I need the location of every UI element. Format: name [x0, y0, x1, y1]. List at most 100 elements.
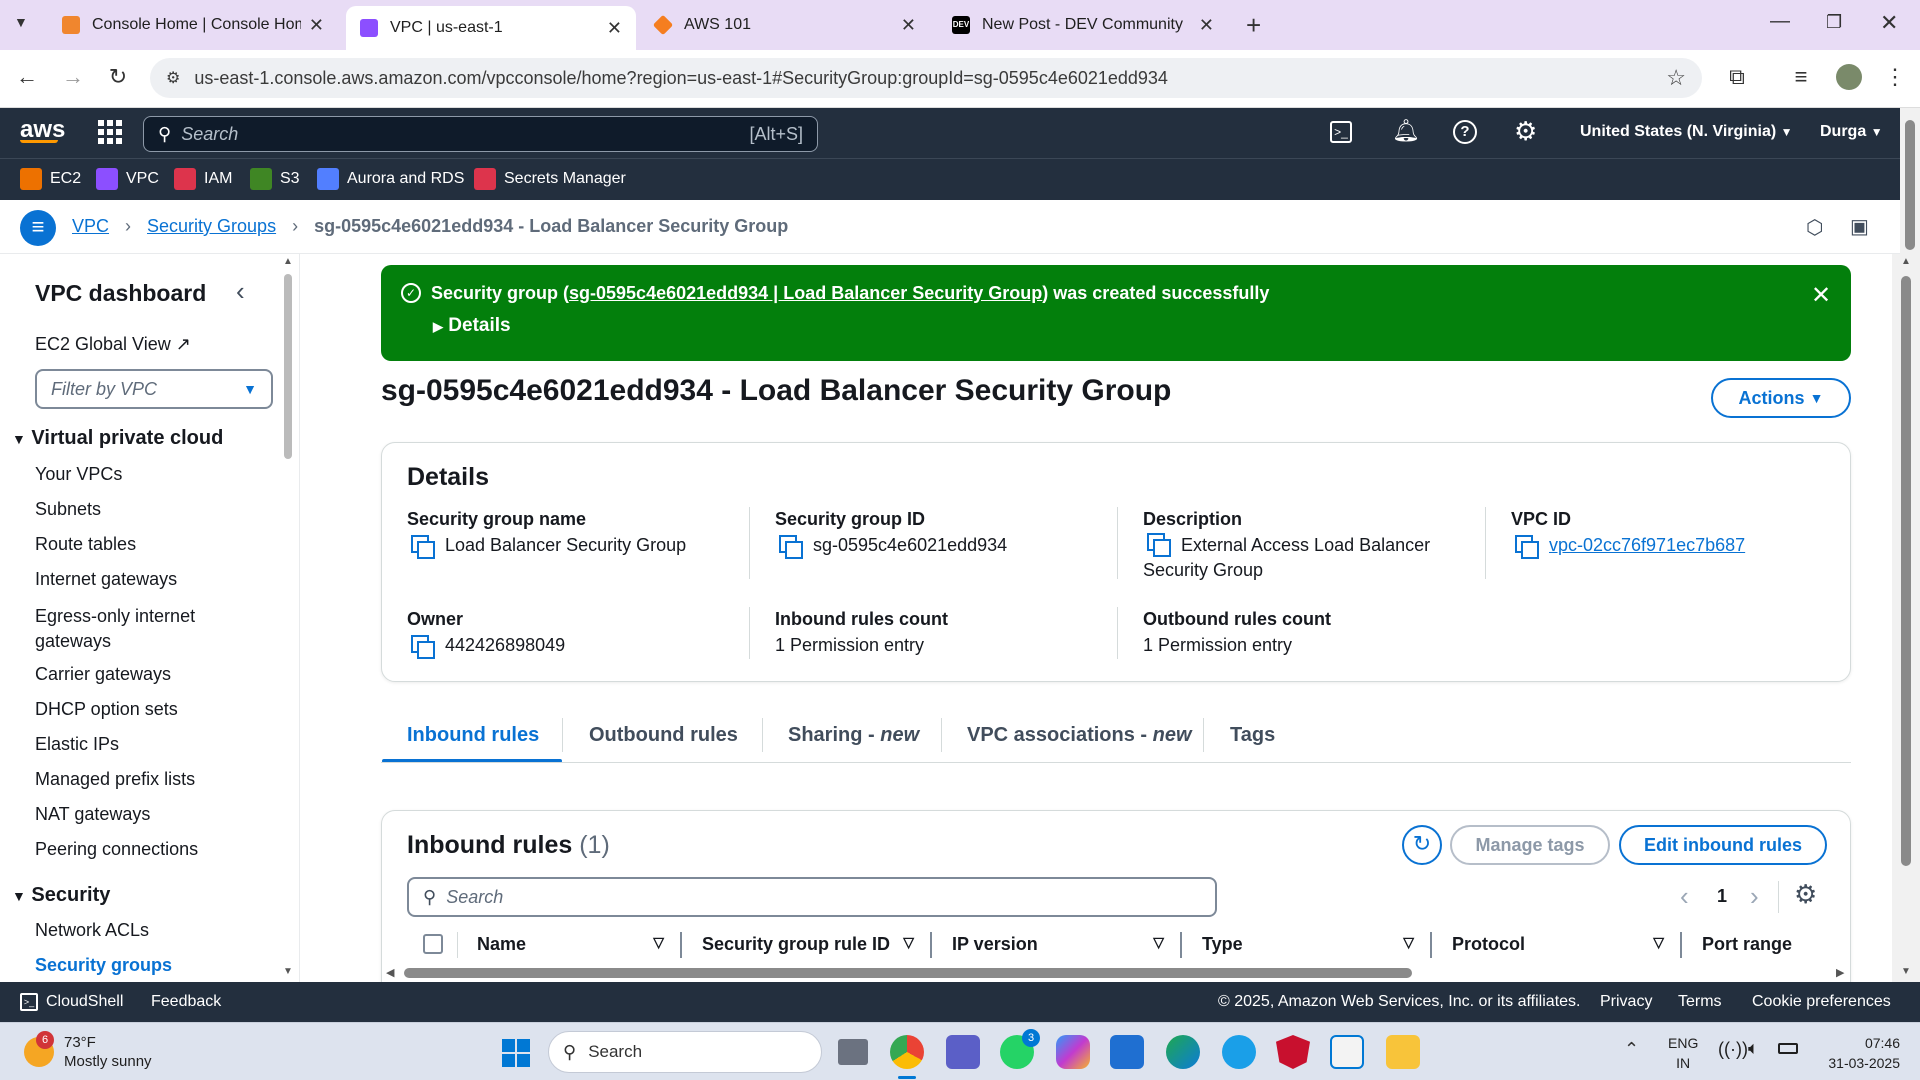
close-window-button[interactable]: ✕: [1880, 10, 1898, 36]
edit-inbound-rules-button[interactable]: Edit inbound rules: [1619, 825, 1827, 865]
ec2-global-view-link[interactable]: EC2 Global View ↗: [35, 334, 191, 355]
help-icon[interactable]: ?: [1453, 120, 1477, 144]
close-tab-icon[interactable]: ✕: [1199, 15, 1214, 36]
extensions-icon[interactable]: ⧉: [1722, 64, 1752, 90]
services-grid-icon[interactable]: [98, 120, 122, 144]
show-hidden-icons-chevron[interactable]: ⌃: [1624, 1039, 1639, 1060]
scroll-thumb[interactable]: [1901, 276, 1911, 866]
scroll-left-icon[interactable]: ◀: [386, 966, 394, 979]
sidebar-item-egress-only-gateways[interactable]: Egress-only internet gateways: [35, 604, 235, 654]
maximize-window-button[interactable]: ❐: [1826, 12, 1842, 33]
taskbar-search-box[interactable]: ⚲ Search: [548, 1031, 822, 1073]
refresh-button[interactable]: ↻: [1402, 825, 1442, 865]
minimize-window-button[interactable]: —: [1770, 10, 1790, 33]
sidebar-item-subnets[interactable]: Subnets: [35, 499, 101, 520]
scroll-right-icon[interactable]: ▶: [1836, 966, 1844, 979]
tab-search-button[interactable]: ▼: [14, 14, 28, 30]
dismiss-flash-icon[interactable]: ✕: [1811, 281, 1831, 310]
sidebar-item-network-acls[interactable]: Network ACLs: [35, 920, 149, 941]
windows-start-icon[interactable]: [502, 1039, 530, 1067]
col-header-port-range[interactable]: Port range: [1702, 934, 1792, 955]
sidebar-item-peering-connections[interactable]: Peering connections: [35, 839, 198, 860]
next-page-icon[interactable]: ›: [1750, 881, 1759, 912]
address-bar[interactable]: ⚙ us-east-1.console.aws.amazon.com/vpcco…: [150, 58, 1702, 98]
settings-gear-icon[interactable]: ⚙: [1514, 116, 1537, 147]
media-controls-icon[interactable]: ≡: [1786, 64, 1816, 90]
page-vertical-scrollbar[interactable]: ▲ ▼: [1892, 254, 1920, 982]
info-panel-icon[interactable]: ⬡: [1806, 215, 1823, 240]
browser-tab-console-home[interactable]: Console Home | Console Home ✕: [48, 7, 338, 43]
cloudshell-button[interactable]: >_ CloudShell: [20, 993, 123, 1011]
whatsapp-icon[interactable]: 3: [1000, 1029, 1040, 1069]
copy-icon[interactable]: [779, 535, 803, 559]
scroll-down-icon[interactable]: ▼: [283, 966, 293, 977]
section-security[interactable]: ▼ Security: [12, 884, 110, 907]
site-info-icon[interactable]: ⚙: [166, 68, 180, 88]
browser-tab-aws101[interactable]: AWS 101 ✕: [640, 7, 930, 43]
sidebar-title[interactable]: VPC dashboard: [35, 280, 206, 307]
favorite-iam[interactable]: IAM: [174, 168, 232, 190]
favorite-s3[interactable]: S3: [250, 168, 300, 190]
table-preferences-gear-icon[interactable]: ⚙: [1794, 879, 1817, 910]
hamburger-menu-icon[interactable]: ≡: [20, 210, 56, 246]
back-arrow-icon[interactable]: ←: [12, 64, 42, 90]
flash-details-toggle[interactable]: ▶ Details: [433, 315, 511, 337]
help-app-icon[interactable]: [1222, 1035, 1256, 1069]
prev-page-icon[interactable]: ‹: [1680, 881, 1689, 912]
clock[interactable]: 07:46 31-03-2025: [1818, 1033, 1900, 1073]
region-selector[interactable]: United States (N. Virginia) ▼: [1580, 123, 1793, 141]
vpc-filter-select[interactable]: Filter by VPC ▼: [35, 369, 273, 409]
file-explorer-icon[interactable]: [1386, 1035, 1420, 1069]
collapse-sidebar-icon[interactable]: ‹: [236, 276, 245, 307]
browser-menu-icon[interactable]: ⋮: [1880, 64, 1910, 90]
microsoft-store-icon[interactable]: [1330, 1035, 1364, 1069]
tab-sharing[interactable]: Sharing - new: [788, 724, 919, 747]
sidebar-item-nat-gateways[interactable]: NAT gateways: [35, 804, 150, 825]
sidebar-scrollbar[interactable]: [284, 274, 292, 459]
mhp-app-icon[interactable]: [1110, 1035, 1144, 1069]
tab-inbound-rules[interactable]: Inbound rules: [407, 724, 539, 747]
copilot-icon[interactable]: [1056, 1035, 1090, 1069]
copy-icon[interactable]: [411, 635, 435, 659]
close-tab-icon[interactable]: ✕: [901, 15, 916, 36]
close-tab-icon[interactable]: ✕: [309, 15, 324, 36]
sidebar-item-carrier-gateways[interactable]: Carrier gateways: [35, 664, 171, 685]
tab-tags[interactable]: Tags: [1230, 724, 1275, 747]
breadcrumb-security-groups[interactable]: Security Groups: [147, 216, 276, 237]
sidebar-item-elastic-ips[interactable]: Elastic IPs: [35, 734, 119, 755]
sidebar-item-internet-gateways[interactable]: Internet gateways: [35, 569, 177, 590]
page-number[interactable]: 1: [1717, 886, 1727, 907]
col-header-type[interactable]: Type ▽: [1202, 934, 1414, 955]
chrome-icon[interactable]: [890, 1035, 924, 1069]
copy-icon[interactable]: [411, 535, 435, 559]
favorite-ec2[interactable]: EC2: [20, 168, 81, 190]
scroll-down-icon[interactable]: ▼: [1901, 966, 1911, 977]
col-header-ip-version[interactable]: IP version ▽: [952, 934, 1164, 955]
feedback-link[interactable]: Feedback: [151, 993, 221, 1011]
actions-button[interactable]: Actions ▼: [1711, 378, 1851, 418]
sidebar-item-your-vpcs[interactable]: Your VPCs: [35, 464, 122, 485]
copy-icon[interactable]: [1515, 535, 1539, 559]
privacy-link[interactable]: Privacy: [1600, 993, 1652, 1011]
breadcrumb-vpc[interactable]: VPC: [72, 216, 109, 237]
manage-tags-button[interactable]: Manage tags: [1450, 825, 1610, 865]
scroll-up-icon[interactable]: ▲: [283, 256, 293, 267]
close-tab-icon[interactable]: ✕: [607, 18, 622, 39]
tab-vpc-associations[interactable]: VPC associations - new: [967, 724, 1192, 747]
col-header-protocol[interactable]: Protocol ▽: [1452, 934, 1664, 955]
vpc-id-link[interactable]: vpc-02cc76f971ec7b687: [1549, 533, 1745, 558]
edge-icon[interactable]: [1166, 1035, 1200, 1069]
sidebar-item-security-groups[interactable]: Security groups: [35, 955, 172, 976]
task-view-icon[interactable]: [838, 1039, 868, 1065]
scroll-up-icon[interactable]: ▲: [1901, 256, 1911, 267]
bookmark-star-icon[interactable]: ☆: [1666, 65, 1686, 91]
sidebar-item-route-tables[interactable]: Route tables: [35, 534, 136, 555]
teams-icon[interactable]: [946, 1035, 980, 1069]
reload-icon[interactable]: ↻: [103, 64, 133, 90]
col-header-name[interactable]: Name ▽: [477, 934, 664, 955]
terms-link[interactable]: Terms: [1678, 993, 1722, 1011]
cloudshell-icon[interactable]: >_: [1330, 121, 1352, 143]
favorite-secrets-manager[interactable]: Secrets Manager: [474, 168, 626, 190]
tab-outbound-rules[interactable]: Outbound rules: [589, 724, 738, 747]
table-horizontal-scrollbar[interactable]: [404, 968, 1412, 978]
